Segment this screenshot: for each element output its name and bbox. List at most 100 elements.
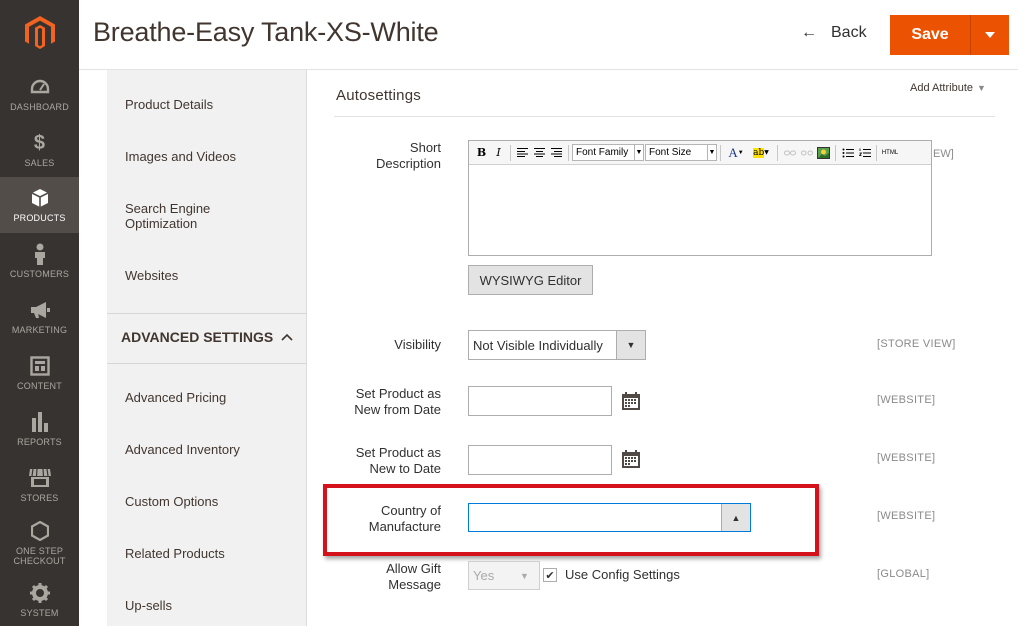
html-source-icon[interactable]: HTML (880, 144, 900, 161)
short-description-scope: EW] (933, 148, 954, 160)
bullet-list-icon[interactable] (839, 144, 856, 161)
caret-down-icon: ▼ (616, 331, 645, 359)
country-of-manufacture-label: Country of Manufacture (291, 503, 441, 535)
nav-label: STORES (20, 493, 59, 503)
hexagon-icon (29, 520, 51, 542)
dollar-icon: $ (33, 132, 46, 154)
unlink-icon[interactable] (798, 144, 815, 161)
product-tabs: Product Details Images and Videos Search… (107, 70, 307, 626)
image-icon[interactable] (815, 144, 832, 161)
arrow-left-icon: ← (801, 24, 817, 41)
page-header: Breathe-Easy Tank-XS-White ← Back Save (79, 0, 1018, 70)
magento-logo[interactable] (0, 0, 79, 66)
short-description-editor[interactable]: B I Font Family ▼ Font Size ▼ A ▼ ab ▼ HTM… (468, 140, 932, 256)
use-config-settings-checkbox[interactable]: ✔ (543, 568, 557, 582)
link-icon[interactable] (781, 144, 798, 161)
tab-images-and-videos[interactable]: Images and Videos (125, 149, 236, 164)
tabs-divider (107, 363, 307, 364)
font-size-value: Font Size (649, 147, 692, 158)
visibility-label: Visibility (394, 337, 441, 352)
tab-websites[interactable]: Websites (125, 268, 178, 283)
font-family-select[interactable]: Font Family ▼ (572, 144, 644, 161)
tab-custom-options[interactable]: Custom Options (125, 494, 218, 509)
visibility-select[interactable]: Not Visible Individually ▼ (468, 330, 646, 360)
numbered-list-icon[interactable] (856, 144, 873, 161)
tab-search-engine-optimization[interactable]: Search Engine Optimization (125, 201, 235, 231)
toolbar-separator (568, 144, 569, 161)
toolbar-separator (835, 144, 836, 161)
nav-system[interactable]: SYSTEM (0, 575, 79, 625)
nav-label: MARKETING (11, 325, 68, 335)
caret-down-icon: ▼ (977, 83, 986, 93)
nav-customers[interactable]: CUSTOMERS (0, 233, 79, 289)
nav-sales[interactable]: $ SALES (0, 122, 79, 178)
font-family-value: Font Family (576, 147, 629, 158)
highlight-color-icon[interactable]: ab ▼ (748, 144, 774, 161)
text-color-icon[interactable]: A ▼ (724, 144, 748, 161)
nav-products[interactable]: PRODUCTS (0, 177, 79, 233)
new-from-date-label-text: Set Product as New from Date (354, 386, 441, 417)
caret-down-icon: ▼ (510, 562, 539, 589)
country-scope: [WEBSITE] (877, 510, 936, 522)
nav-content[interactable]: CONTENT (0, 345, 79, 401)
tab-up-sells[interactable]: Up-sells (125, 598, 172, 613)
short-description-label: Short Description (291, 140, 441, 172)
visibility-scope: [STORE VIEW] (877, 338, 956, 350)
back-button[interactable]: ← Back (801, 24, 867, 42)
tabs-divider (107, 313, 307, 314)
gift-label-text: Allow Gift Message (386, 561, 441, 592)
page-title: Breathe-Easy Tank-XS-White (93, 17, 439, 47)
align-center-icon[interactable] (531, 144, 548, 161)
new-to-date-label: Set Product as New to Date (291, 445, 441, 477)
tab-related-products[interactable]: Related Products (125, 546, 225, 561)
admin-sidebar: DASHBOARD $ SALES PRODUCTS CUSTOMERS MAR… (0, 0, 79, 626)
use-config-settings-label: Use Config Settings (565, 567, 680, 582)
new-to-date-label-text: Set Product as New to Date (355, 445, 441, 476)
new-to-date-input[interactable] (468, 445, 612, 475)
calendar-icon[interactable] (621, 391, 641, 411)
allow-gift-message-label: Allow Gift Message (291, 561, 441, 593)
nav-label: PRODUCTS (13, 213, 66, 223)
toolbar-separator (510, 144, 511, 161)
font-size-select[interactable]: Font Size ▼ (645, 144, 717, 161)
nav-reports[interactable]: REPORTS (0, 401, 79, 457)
nav-marketing[interactable]: MARKETING (0, 289, 79, 345)
add-attribute-label: Add Attribute (910, 82, 973, 94)
toolbar-separator (720, 144, 721, 161)
visibility-value: Not Visible Individually (473, 337, 603, 353)
short-description-label-text: Short Description (375, 140, 441, 171)
align-right-icon[interactable] (548, 144, 565, 161)
layout-icon (29, 355, 51, 377)
wysiwyg-editor-button[interactable]: WYSIWYG Editor (468, 265, 593, 295)
calendar-icon[interactable] (621, 449, 641, 469)
toolbar-separator (876, 144, 877, 161)
caret-up-icon: ▲ (721, 504, 750, 531)
advanced-settings-toggle[interactable]: ADVANCED SETTINGS (121, 329, 293, 345)
align-left-icon[interactable] (514, 144, 531, 161)
tab-product-details[interactable]: Product Details (125, 97, 213, 112)
italic-icon[interactable]: I (490, 144, 507, 161)
add-attribute-button[interactable]: Add Attribute ▼ (910, 82, 986, 94)
country-of-manufacture-select[interactable]: ▲ (468, 503, 751, 532)
dashboard-icon (29, 76, 51, 98)
nav-one-step-checkout[interactable]: ONE STEP CHECKOUT (0, 513, 79, 573)
section-divider (334, 116, 995, 117)
advanced-settings-title: ADVANCED SETTINGS (121, 329, 274, 345)
bold-icon[interactable]: B (473, 144, 490, 161)
save-options-dropdown[interactable] (971, 15, 1009, 55)
caret-down-icon: ▼ (707, 145, 716, 160)
magento-logo-icon (24, 16, 55, 49)
nav-dashboard[interactable]: DASHBOARD (0, 66, 79, 122)
new-from-date-input[interactable] (468, 386, 612, 416)
section-title: Autosettings (336, 87, 421, 104)
nav-label: CONTENT (17, 381, 62, 391)
gift-value: Yes (473, 568, 495, 583)
cube-icon (29, 187, 51, 209)
nav-label: CUSTOMERS (9, 269, 70, 279)
nav-label: REPORTS (17, 437, 62, 447)
nav-stores[interactable]: STORES (0, 457, 79, 513)
editor-toolbar: B I Font Family ▼ Font Size ▼ A ▼ ab ▼ HTM… (469, 141, 931, 165)
tab-advanced-pricing[interactable]: Advanced Pricing (125, 390, 226, 405)
tab-advanced-inventory[interactable]: Advanced Inventory (125, 442, 240, 457)
save-button[interactable]: Save (890, 15, 971, 55)
